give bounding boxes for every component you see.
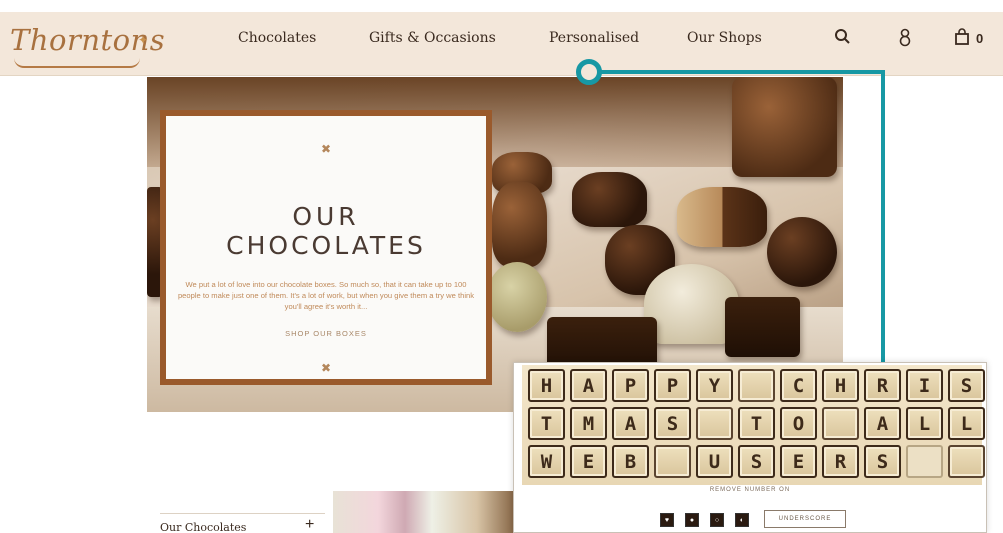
letter-tile[interactable]: L [906,407,943,440]
letter-tile[interactable]: H [822,369,859,402]
blank-letter-tile[interactable] [948,445,985,478]
letter-tile[interactable]: T [528,407,565,440]
letter-tile[interactable]: E [570,445,607,478]
card-bottom-mark-icon: ✖ [320,361,332,375]
account-icon[interactable] [894,26,916,48]
letter-tile[interactable]: U [696,445,733,478]
letter-tile[interactable]: R [822,445,859,478]
chocolate-image [677,187,767,247]
letter-tile[interactable]: E [780,445,817,478]
callout-line-vertical [881,70,885,362]
bag-count: 0 [976,31,984,46]
nav-personalised[interactable]: Personalised [549,30,639,46]
letter-tile[interactable]: M [570,407,607,440]
blank-letter-tile[interactable] [696,407,733,440]
letter-tile[interactable]: A [612,407,649,440]
letter-tile[interactable]: P [612,369,649,402]
chocolate-image [725,297,800,357]
blank-letter-tile[interactable] [738,369,775,402]
callout-marker [576,59,602,85]
expand-icon[interactable]: + [305,516,314,533]
hero-body-text: We put a lot of love into our chocolate … [177,280,475,311]
search-icon[interactable] [832,26,854,48]
preview-caption: REMOVE NUMBER ON [709,487,791,493]
letter-tile[interactable]: H [528,369,565,402]
chocolate-image [732,77,837,177]
swatch-milk-chocolate[interactable]: ● [685,513,699,527]
letter-tile[interactable]: C [780,369,817,402]
nav-gifts-occasions[interactable]: Gifts & Occasions [369,30,496,46]
letter-tile[interactable]: S [864,445,901,478]
swatch-dark-chocolate[interactable]: ♥ [660,513,674,527]
bottom-divider [160,513,325,514]
thorntons-logo[interactable]: Thorntons ✦ [10,20,165,68]
letter-tile[interactable]: S [948,369,985,402]
logo-star-icon: ✦ [138,33,149,47]
callout-line-horizontal [592,70,885,74]
letter-tile[interactable]: S [738,445,775,478]
hero-text-card: ✖ OUR CHOCOLATES We put a lot of love in… [160,110,492,385]
nav-our-shops[interactable]: Our Shops [687,30,762,46]
flowers-image [333,491,513,533]
letter-tile[interactable]: S [654,407,691,440]
shop-our-boxes-link[interactable]: SHOP OUR BOXES [166,329,486,338]
letter-tile[interactable]: I [906,369,943,402]
swatch-white-chocolate[interactable]: ○ [710,513,724,527]
card-top-mark-icon: ✖ [320,142,332,156]
swatch-mixed[interactable]: ◐ [735,513,749,527]
logo-swoosh [14,58,140,68]
chocolate-image [572,172,647,227]
letter-tile[interactable]: A [570,369,607,402]
chocolate-image [492,182,547,267]
nav-chocolates[interactable]: Chocolates [238,30,316,46]
letter-tile[interactable]: B [612,445,649,478]
letter-tile[interactable]: A [864,407,901,440]
hero-title-line2: CHOCOLATES [226,231,426,260]
blank-letter-tile[interactable] [654,445,691,478]
bag-icon[interactable] [952,26,974,48]
letter-tile[interactable]: W [528,445,565,478]
personalised-preview-panel: REMOVE NUMBER ON ♥ ● ○ ◐ UNDERSCORE HAPP… [513,362,987,533]
blank-letter-tile[interactable] [822,407,859,440]
letter-tile[interactable]: L [948,407,985,440]
letter-tile[interactable]: R [864,369,901,402]
letter-tile[interactable]: T [738,407,775,440]
underscore-button[interactable]: UNDERSCORE [764,510,846,528]
letter-tile[interactable]: O [780,407,817,440]
our-chocolates-accordion-label[interactable]: Our Chocolates [160,521,246,533]
hero-title-line1: OUR [292,202,360,231]
site-header: Thorntons ✦ Chocolates Gifts & Occasions… [0,12,1003,76]
chocolate-image [487,262,547,332]
letter-tile[interactable]: P [654,369,691,402]
top-strip [0,0,1003,12]
chocolate-image [767,217,837,287]
blank-letter-tile[interactable] [906,445,943,478]
letter-tile[interactable]: Y [696,369,733,402]
